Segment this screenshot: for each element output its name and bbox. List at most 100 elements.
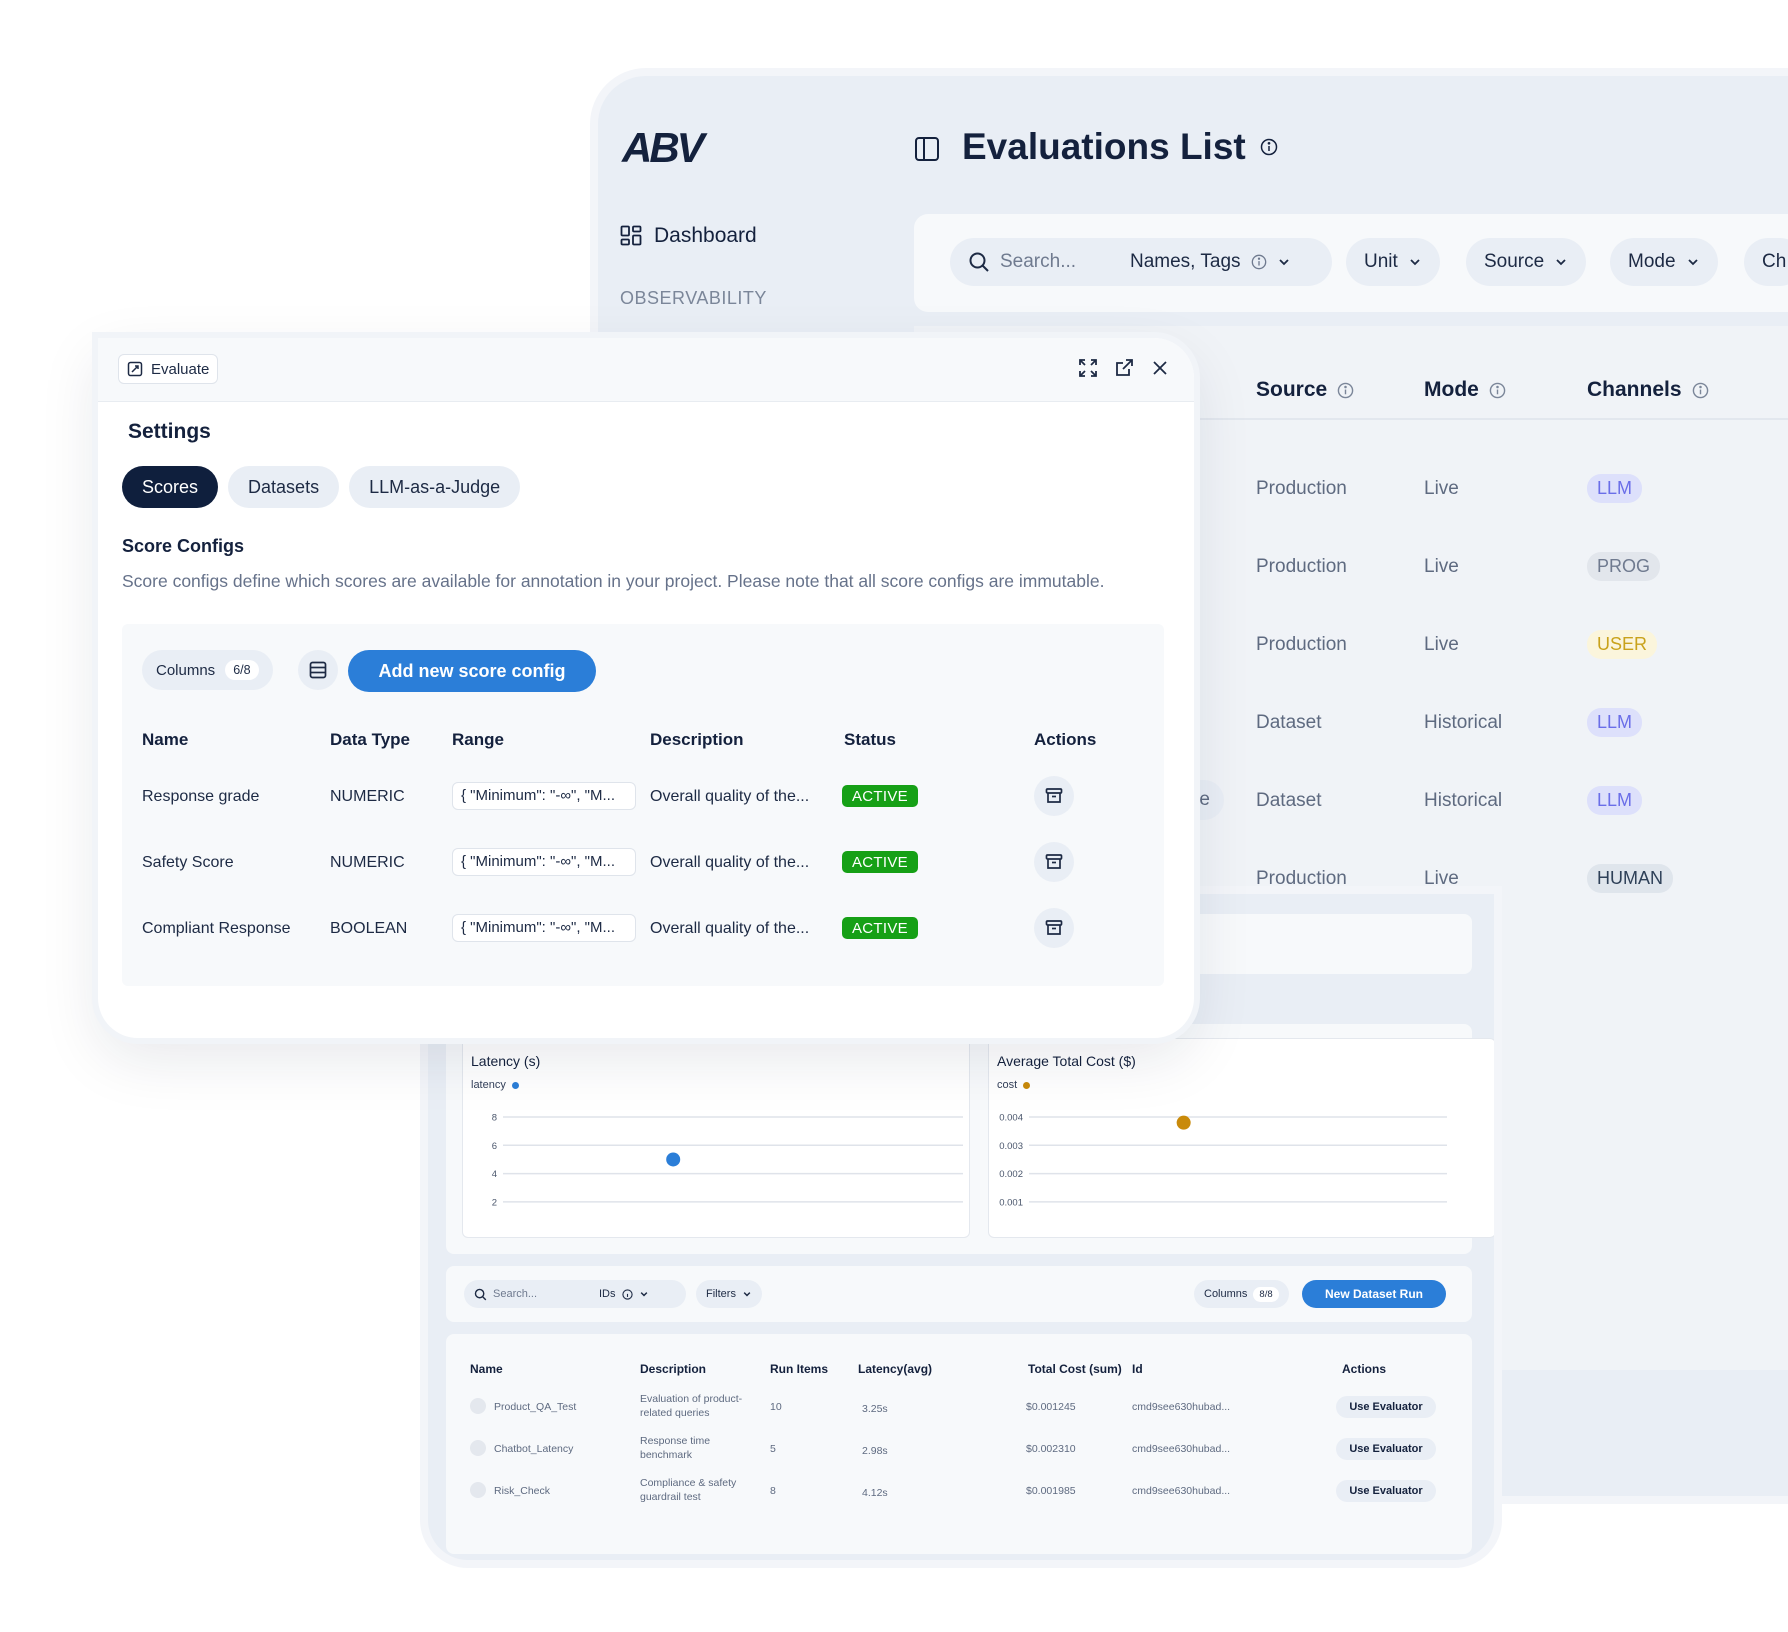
desc-line: guardrail test	[640, 1491, 701, 1503]
columns-label: Columns	[1204, 1288, 1248, 1300]
latency-chart: Latency (s) latency 2 4 6 8	[462, 1038, 970, 1238]
run-cost: $0.001245	[1026, 1401, 1076, 1413]
app-logo[interactable]: ABV	[622, 124, 705, 172]
search-scope-label: Names, Tags	[1130, 251, 1241, 272]
close-icon[interactable]	[1150, 358, 1170, 378]
channel-badge: LLM	[1587, 708, 1643, 737]
info-icon[interactable]	[621, 1288, 633, 1300]
info-icon[interactable]	[1692, 382, 1709, 399]
chevron-down-icon	[1278, 259, 1289, 266]
column-header-channels[interactable]: Channels	[1587, 378, 1709, 402]
desc-line: related queries	[640, 1407, 710, 1419]
filter-unit[interactable]: Unit	[1346, 238, 1440, 286]
tab-datasets[interactable]: Datasets	[228, 466, 340, 508]
info-icon[interactable]	[1337, 382, 1354, 399]
runs-search-input[interactable]: Search... IDs	[464, 1280, 686, 1308]
score-range: { "Minimum": "-∞", "M...	[452, 848, 636, 876]
desc-line: benchmark	[640, 1449, 692, 1461]
legend-label: latency	[471, 1079, 506, 1091]
search-input[interactable]: Search... Names, Tags	[950, 238, 1332, 286]
y-tick-label: 0.001	[999, 1197, 1023, 1208]
cell-source: Dataset	[1256, 790, 1322, 811]
column-header: Run Items	[770, 1362, 829, 1376]
channel-badge: HUMAN	[1587, 864, 1673, 893]
columns-count: 8/8	[1253, 1286, 1279, 1302]
legend-label: cost	[997, 1079, 1018, 1091]
use-evaluator-button[interactable]: Use Evaluator	[1336, 1396, 1436, 1418]
y-tick-label: 8	[492, 1113, 497, 1124]
sidebar-item-dashboard[interactable]: Dashboard	[620, 224, 757, 248]
data-point[interactable]	[666, 1152, 681, 1167]
cell-source: Production	[1256, 556, 1347, 577]
add-score-config-button[interactable]: Add new score config	[348, 650, 596, 692]
dashboard-icon	[620, 225, 642, 246]
filter-label: Source	[1484, 251, 1545, 272]
row-checkbox[interactable]	[470, 1398, 486, 1414]
info-icon[interactable]	[1251, 254, 1267, 270]
column-header: Name	[142, 730, 189, 749]
runs-columns-button[interactable]: Columns 8/8	[1194, 1280, 1289, 1308]
table-rows-icon	[309, 661, 327, 679]
info-icon[interactable]	[1260, 138, 1278, 156]
archive-button[interactable]	[1034, 908, 1074, 948]
archive-button[interactable]	[1034, 776, 1074, 816]
score-configs-title: Score Configs	[122, 536, 245, 556]
run-name[interactable]: Chatbot_Latency	[494, 1442, 573, 1456]
run-name[interactable]: Product_QA_Test	[494, 1400, 576, 1414]
evaluate-tag-label: Evaluate	[151, 360, 210, 378]
tab-llm-as-a-judge[interactable]: LLM-as-a-Judge	[349, 466, 521, 508]
columns-label: Columns	[156, 661, 216, 679]
info-icon[interactable]	[1489, 382, 1506, 399]
row-checkbox[interactable]	[470, 1440, 486, 1456]
column-header: Description	[650, 730, 744, 749]
external-link-icon[interactable]	[1114, 358, 1134, 378]
cell-source: Dataset	[1256, 712, 1322, 733]
data-point[interactable]	[1176, 1115, 1191, 1130]
runs-filters-button[interactable]: Filters	[696, 1280, 762, 1308]
channel-badge: USER	[1587, 630, 1658, 659]
chart-legend: cost	[997, 1079, 1031, 1091]
filter-mode[interactable]: Mode	[1610, 238, 1718, 286]
page-title: Evaluations List	[962, 126, 1278, 168]
column-header-label: Mode	[1424, 378, 1479, 401]
score-configs-panel: Columns 6/8 Add new score config Name Da…	[122, 624, 1164, 986]
column-header: Actions	[1342, 1362, 1387, 1376]
table-view-button[interactable]	[298, 650, 338, 690]
column-header-source[interactable]: Source	[1256, 378, 1354, 402]
column-header-mode[interactable]: Mode	[1424, 378, 1506, 402]
filter-label: Filters	[706, 1288, 736, 1300]
archive-button[interactable]	[1034, 842, 1074, 882]
columns-button[interactable]: Columns 6/8	[142, 650, 273, 690]
new-dataset-run-button[interactable]: New Dataset Run	[1302, 1280, 1446, 1308]
run-name[interactable]: Risk_Check	[494, 1484, 550, 1498]
legend-dot	[511, 1081, 519, 1089]
column-header-label: Source	[1256, 378, 1328, 401]
cell-mode: Live	[1424, 634, 1459, 655]
row-checkbox[interactable]	[470, 1482, 486, 1498]
y-tick-label: 0.003	[999, 1141, 1023, 1152]
chart-legend: latency	[471, 1079, 519, 1091]
desc-line: Response time	[640, 1435, 711, 1447]
use-evaluator-button[interactable]: Use Evaluator	[1336, 1438, 1436, 1460]
status-badge: ACTIVE	[842, 851, 918, 873]
cost-chart: Average Total Cost ($) cost 0.001 0.002 0.…	[988, 1038, 1494, 1238]
use-evaluator-button[interactable]: Use Evaluator	[1336, 1480, 1436, 1502]
tab-scores[interactable]: Scores	[122, 466, 219, 508]
score-description: Overall quality of the...	[650, 854, 810, 871]
score-data-type: NUMERIC	[330, 788, 405, 805]
column-header: Id	[1132, 1362, 1143, 1376]
expand-icon[interactable]	[1078, 358, 1098, 378]
chevron-down-icon	[743, 1292, 751, 1297]
evaluate-icon	[127, 361, 143, 377]
evaluate-tag[interactable]: Evaluate	[118, 354, 219, 384]
channel-badge: PROG	[1587, 552, 1661, 581]
filter-source[interactable]: Source	[1466, 238, 1587, 286]
sidebar-toggle-icon[interactable]	[914, 136, 940, 162]
filter-channels[interactable]: Ch	[1744, 238, 1788, 286]
filter-bar: Search... Names, Tags Unit Source Mode C…	[914, 214, 1788, 312]
score-configs-description: Score configs define which scores are av…	[122, 571, 1105, 591]
cost-plot: 0.001 0.002 0.003 0.004	[999, 1113, 1447, 1208]
run-id: cmd9see630hubad...	[1132, 1443, 1231, 1455]
cell-mode: Live	[1424, 478, 1459, 499]
status-badge: ACTIVE	[842, 785, 918, 807]
